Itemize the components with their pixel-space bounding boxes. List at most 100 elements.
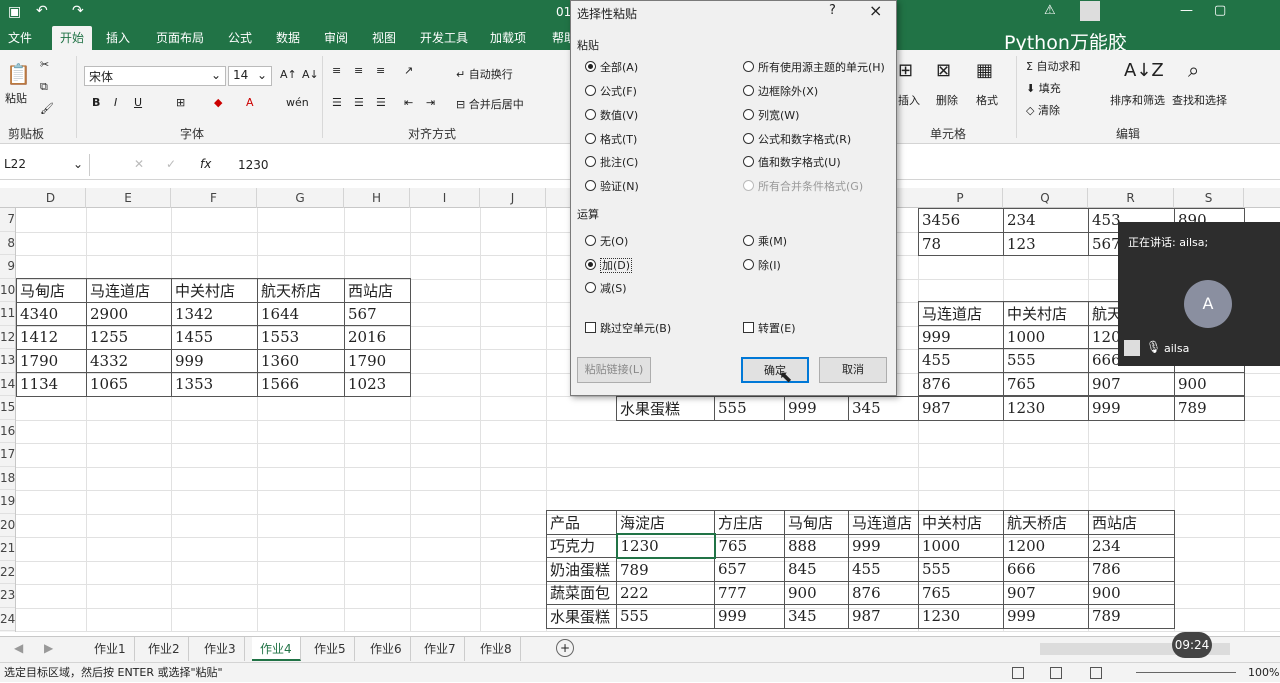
fx-button[interactable]: fx [200, 157, 211, 171]
sheet-tab-active[interactable]: 作业4 [252, 637, 301, 661]
table-cell[interactable]: 999 [784, 396, 849, 421]
row-header[interactable]: 22 [0, 561, 15, 584]
format-cells-button[interactable]: 格式 [976, 92, 998, 108]
skip-blanks-checkbox[interactable]: 跳过空单元(B) [585, 320, 671, 336]
paste-link-button[interactable]: 粘贴链接(L) [577, 357, 651, 383]
find-icon[interactable]: ⌕ [1188, 58, 1199, 82]
zoom-slider[interactable] [1136, 672, 1236, 673]
cancel-icon[interactable]: ✕ [134, 157, 144, 171]
add-sheet-button[interactable]: + [556, 639, 574, 657]
row-header[interactable]: 20 [0, 514, 15, 537]
active-cell[interactable]: 1230 [615, 533, 716, 559]
table-cell[interactable]: 234 [1003, 208, 1089, 233]
table-cell[interactable]: 999 [171, 348, 258, 373]
table-cell[interactable]: 900 [1174, 371, 1245, 396]
table-cell[interactable]: 555 [918, 557, 1004, 582]
table-cell[interactable]: 888 [784, 533, 849, 558]
table-cell[interactable]: 1790 [16, 348, 87, 373]
save-icon[interactable]: ▣ [8, 4, 21, 20]
align-left-icon[interactable]: ☰ [332, 96, 342, 109]
table-cell[interactable]: 555 [1003, 348, 1089, 373]
col-header[interactable]: D [16, 188, 86, 208]
table-cell[interactable]: 876 [848, 580, 919, 605]
table-cell[interactable]: 马甸店 [784, 510, 849, 535]
tab-insert[interactable]: 插入 [102, 26, 134, 50]
phonetic-icon[interactable]: wén [286, 96, 309, 109]
table-cell[interactable]: 657 [714, 557, 785, 582]
table-cell[interactable]: 1566 [257, 372, 345, 397]
align-bottom-icon[interactable]: ≡ [376, 64, 385, 77]
name-box[interactable]: L22 ⌄ [0, 154, 90, 176]
copy-icon[interactable]: ⧉ [40, 80, 48, 94]
wrap-text-button[interactable]: ↵ 自动换行 [456, 66, 513, 82]
paste-formulas-numbers-radio[interactable]: 公式和数字格式(R) [743, 131, 851, 147]
orientation-icon[interactable]: ↗ [404, 64, 413, 77]
sort-filter-button[interactable]: 排序和筛选 [1110, 92, 1165, 108]
redo-icon[interactable]: ↷ [72, 3, 84, 19]
col-header[interactable]: G [257, 188, 344, 208]
cut-icon[interactable]: ✂ [40, 58, 49, 71]
page-break-icon[interactable] [1090, 667, 1102, 679]
clear-button[interactable]: ◇ 清除 [1026, 102, 1060, 118]
paste-values-radio[interactable]: 数值(V) [585, 107, 638, 123]
table-cell[interactable]: 222 [616, 580, 715, 605]
warning-icon[interactable]: ⚠ [1044, 3, 1056, 18]
op-multiply-radio[interactable]: 乘(M) [743, 233, 787, 249]
row-header[interactable]: 18 [0, 467, 15, 490]
table-cell[interactable]: 水果蛋糕 [616, 396, 715, 421]
tab-view[interactable]: 视图 [368, 26, 400, 50]
table-cell[interactable]: 987 [848, 604, 919, 629]
table-cell[interactable]: 234 [1088, 533, 1175, 558]
table-cell[interactable]: 中关村店 [918, 510, 1004, 535]
insert-cells-icon[interactable]: ⊞ [898, 60, 913, 81]
table-cell[interactable]: 999 [714, 604, 785, 629]
table-cell[interactable]: 1134 [16, 372, 87, 397]
tab-file[interactable]: 文件 [4, 26, 36, 50]
table-cell[interactable]: 马连道店 [918, 301, 1004, 326]
table-cell[interactable]: 蔬菜面包 [546, 580, 617, 605]
table-cell[interactable]: 78 [918, 231, 1004, 256]
grow-font-icon[interactable]: A↑ [280, 68, 297, 81]
fill-color-icon[interactable]: ◆ [214, 96, 222, 109]
paste-formulas-radio[interactable]: 公式(F) [585, 83, 637, 99]
col-header[interactable]: H [344, 188, 410, 208]
table-cell[interactable]: 西站店 [344, 278, 411, 303]
bold-button[interactable]: B [92, 96, 100, 109]
align-middle-icon[interactable]: ≡ [354, 64, 363, 77]
table-cell[interactable]: 1455 [171, 325, 258, 350]
paste-comments-radio[interactable]: 批注(C) [585, 154, 638, 170]
table-cell[interactable]: 907 [1088, 371, 1175, 396]
table-cell[interactable]: 1000 [918, 533, 1004, 558]
table-cell[interactable]: 1342 [171, 301, 258, 326]
op-subtract-radio[interactable]: 减(S) [585, 280, 627, 296]
table-cell[interactable]: 567 [344, 301, 411, 326]
sheet-tab[interactable]: 作业1 [86, 637, 135, 661]
format-painter-icon[interactable]: 🖌 [40, 102, 54, 115]
table-cell[interactable]: 999 [848, 533, 919, 558]
table-cell[interactable]: 455 [918, 348, 1004, 373]
paste-all-radio[interactable]: 全部(A) [585, 59, 638, 75]
scroll-left-icon[interactable]: ◀ [14, 641, 23, 655]
row-header[interactable]: 24 [0, 608, 15, 631]
table-cell[interactable]: 907 [1003, 580, 1089, 605]
sheet-tab[interactable]: 作业7 [416, 637, 465, 661]
autosum-button[interactable]: Σ 自动求和 [1026, 58, 1080, 74]
col-header[interactable]: J [480, 188, 546, 208]
row-header[interactable]: 10 [0, 279, 15, 302]
sheet-tab[interactable]: 作业3 [196, 637, 245, 661]
scroll-right-icon[interactable]: ▶ [44, 641, 53, 655]
table-cell[interactable]: 999 [918, 324, 1004, 349]
tab-page-layout[interactable]: 页面布局 [152, 26, 208, 50]
table-cell[interactable]: 方庄店 [714, 510, 785, 535]
table-cell[interactable]: 876 [918, 371, 1004, 396]
table-cell[interactable]: 1255 [86, 325, 172, 350]
col-header[interactable]: E [86, 188, 171, 208]
table-cell[interactable]: 1412 [16, 325, 87, 350]
delete-cells-icon[interactable]: ⊠ [936, 60, 951, 81]
table-cell[interactable]: 4340 [16, 301, 87, 326]
row-header[interactable]: 23 [0, 584, 15, 608]
tab-formulas[interactable]: 公式 [224, 26, 256, 50]
font-size-select[interactable]: 14 ⌄ [228, 66, 272, 86]
row-header[interactable]: 25 [0, 631, 15, 632]
table-cell[interactable]: 1230 [918, 604, 1004, 629]
